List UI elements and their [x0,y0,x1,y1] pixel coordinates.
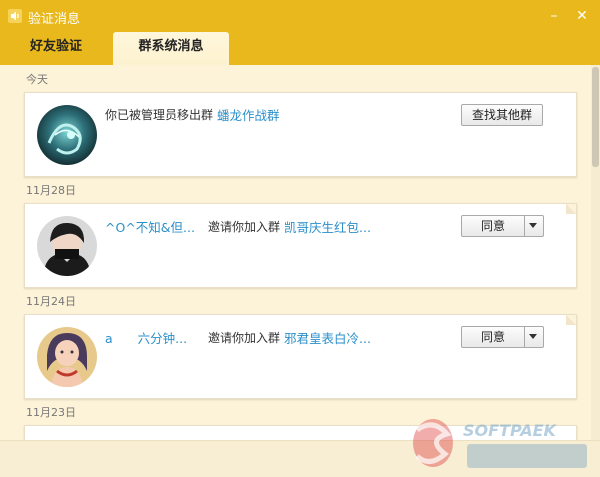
find-other-groups-button[interactable]: 查找其他群 [461,104,543,126]
agree-button[interactable]: 同意 [461,215,544,237]
tab-bar: 好友验证 群系统消息 [0,32,600,65]
svg-text:SOFTPAEK: SOFTPAEK [463,421,558,440]
card-fold [566,204,576,214]
agree-button[interactable]: 同意 [461,326,544,348]
user-avatar[interactable] [37,216,97,276]
message-card: 你已被管理员移出群 蟠龙作战群 查找其他群 [24,92,577,177]
window-title: 验证消息 [28,12,81,27]
date-header: 11月28日 [26,184,76,197]
tab-friend-verification[interactable]: 好友验证 [8,32,104,65]
group-name-link[interactable]: 邪君皇表白冷... [284,328,371,347]
title-bar[interactable]: 验证消息 – ✕ [0,0,600,32]
message-text: 你已被管理员移出群 [105,108,214,122]
user-name-link[interactable]: a 六分钟... [105,328,187,347]
dropdown-arrow-icon[interactable] [529,223,537,228]
scrollbar[interactable] [591,65,600,440]
group-name-link[interactable]: 蟠龙作战群 [217,105,280,124]
agree-button-label[interactable]: 同意 [462,327,525,347]
user-name-link[interactable]: ^O^不知&但... [105,217,195,236]
date-header: 11月24日 [26,295,76,308]
message-card: ^O^不知&但... 邀请你加入群 凯哥庆生红包... 同意 [24,203,577,288]
agree-button-label[interactable]: 同意 [462,216,525,236]
close-icon[interactable]: ✕ [574,8,590,24]
speaker-icon [8,9,22,23]
softpaek-watermark-logo: SOFTPAEK [413,419,587,468]
message-card: a 六分钟... 邀请你加入群 邪君皇表白冷... 同意 [24,314,577,399]
dropdown-arrow-icon[interactable] [529,334,537,339]
user-avatar[interactable] [37,327,97,387]
group-avatar[interactable] [37,105,97,165]
tab-group-system-messages[interactable]: 群系统消息 [113,32,229,65]
group-name-link[interactable]: 凯哥庆生红包... [284,217,371,236]
date-header: 今天 [26,73,48,86]
scrollbar-thumb[interactable] [592,67,599,167]
minimize-icon[interactable]: – [546,8,562,24]
message-text: 邀请你加入群 [208,220,281,234]
card-fold [566,315,576,325]
date-header: 11月23日 [26,406,76,419]
message-text: 邀请你加入群 [208,331,281,345]
verification-window: 验证消息 – ✕ 好友验证 群系统消息 今天 你已被管理员移出群 蟠龙作战群 查… [0,0,600,477]
